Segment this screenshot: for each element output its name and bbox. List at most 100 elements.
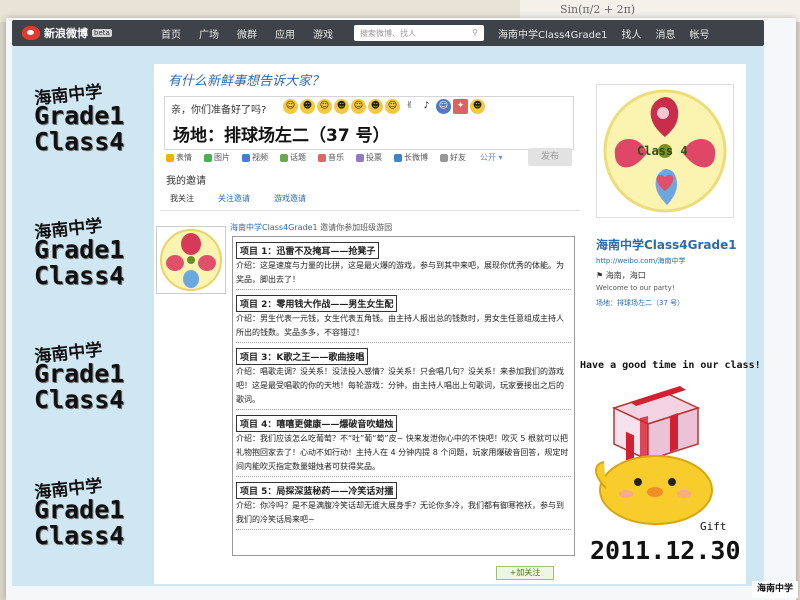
chick-with-gift-illustration bbox=[595, 386, 713, 525]
decoration-class: Class4 bbox=[34, 127, 125, 156]
event-date: 2011.12.30 bbox=[590, 536, 741, 565]
image-tool-icon bbox=[204, 153, 212, 162]
composer-toolbar: 表情 图片 视频 话题 音乐 投票 长微博 好友 bbox=[166, 152, 478, 163]
nav-account[interactable]: 帐号 bbox=[690, 26, 710, 41]
search-input[interactable]: 搜索微博、找人 ⚲ bbox=[354, 25, 484, 41]
follow-button[interactable]: +加关注 bbox=[496, 566, 554, 580]
music-emoji-icon: ♪ bbox=[423, 101, 430, 111]
list-item: 项目 2：零用钱大作战——男生女生配 介绍：男生代表一元钱，女生代表五角钱。由主… bbox=[236, 292, 571, 343]
game-title: 项目 2：零用钱大作战——男生女生配 bbox=[236, 295, 398, 312]
nav-apps[interactable]: 应用 bbox=[275, 26, 295, 41]
game-title: 项目 5：局探深蓝秘药——冷笑话对擂 bbox=[236, 482, 398, 499]
tool-label: 好友 bbox=[450, 153, 466, 162]
game-desc: 介绍：这是速度与力量的比拼，这是最火爆的游戏，参与到其中来吧，展现你优秀的体能。… bbox=[236, 259, 571, 290]
decoration-label: 海南中学 Grade1 Class4 bbox=[34, 212, 154, 289]
list-item: 项目 4：嘻嘻更健康——爆破音吹蜡烛 介绍：我们应该怎么吃葡萄？不“吐”葡“萄”… bbox=[236, 412, 571, 477]
topic-tool-icon bbox=[280, 153, 288, 162]
tool-emoji[interactable]: 表情 bbox=[166, 152, 192, 163]
tool-label: 投票 bbox=[366, 153, 382, 162]
happy-emoji-icon: ☺ bbox=[351, 99, 366, 114]
tool-topic[interactable]: 话题 bbox=[280, 152, 306, 163]
video-tool-icon bbox=[242, 153, 250, 162]
emoji-row: ☺ ☻ ☺ ☻ ☺ ☻ ☺ ✌ ♪ ☺ ✦ ☻ bbox=[283, 99, 487, 114]
tab-game-invite[interactable]: 游戏邀请 bbox=[274, 193, 306, 204]
profile-welcome: Welcome to our party! bbox=[596, 284, 675, 292]
top-nav-bar: 新浪微博 beta 首页 广场 微群 应用 游戏 搜索微博、找人 ⚲ 海南中学C… bbox=[12, 20, 764, 46]
tool-label: 长微博 bbox=[404, 153, 428, 162]
feed-user-link[interactable]: 海南中学Class4Grade1 bbox=[230, 223, 318, 232]
invite-section-title: 我的邀请 bbox=[166, 176, 206, 187]
composer-greeting: 亲，你们准备好了吗? bbox=[171, 105, 267, 116]
nav-find-people[interactable]: 找人 bbox=[622, 26, 642, 41]
decoration-label: 海南中学 Grade1 Class4 bbox=[34, 472, 154, 549]
cool-emoji-icon: ☺ bbox=[317, 99, 332, 114]
list-item: 项目 1：迅雷不及掩耳——抢凳子 介绍：这是速度与力量的比拼，这是最火爆的游戏，… bbox=[236, 239, 571, 290]
class-logo-small-icon bbox=[160, 229, 222, 291]
game-desc: 介绍：男生代表一元钱，女生代表五角钱。由主持人报出总的钱数时，男女生任意组成主持… bbox=[236, 312, 571, 343]
tool-image[interactable]: 图片 bbox=[204, 152, 230, 163]
post-button[interactable]: 发布 bbox=[528, 148, 572, 166]
visibility-label: 公开 bbox=[480, 153, 496, 162]
invite-tabs: 我关注 关注邀请 游戏邀请 bbox=[170, 193, 330, 204]
weibo-eye-icon bbox=[22, 26, 40, 40]
tool-label: 话题 bbox=[290, 153, 306, 162]
laugh-emoji-icon: ☻ bbox=[300, 99, 315, 114]
class-logo-icon: Class 4 bbox=[603, 89, 727, 213]
profile-url[interactable]: http://weibo.com/海南中学 bbox=[596, 256, 686, 266]
list-item: 项目 5：局探深蓝秘药——冷笑话对擂 介绍：你冷吗？是不是满腹冷笑话却无谁大展身… bbox=[236, 479, 571, 530]
tab-my-follow[interactable]: 我关注 bbox=[170, 193, 194, 204]
tool-video[interactable]: 视频 bbox=[242, 152, 268, 163]
tool-long-post[interactable]: 长微博 bbox=[394, 152, 428, 163]
game-desc: 介绍：唱歌走调？没关系！没法投入感情？没关系！只会唱几句？没关系！来参加我们的游… bbox=[236, 365, 571, 410]
slogan: Have a good time in our class! bbox=[580, 360, 761, 371]
beta-badge: beta bbox=[92, 29, 112, 37]
profile-location: ⚑ 海南，海口 bbox=[596, 270, 646, 281]
sticker-emoji-icon: ✦ bbox=[453, 99, 468, 114]
emoji-tool-icon bbox=[166, 153, 174, 162]
tool-music[interactable]: 音乐 bbox=[318, 152, 344, 163]
victory-emoji-icon: ✌ bbox=[405, 101, 414, 111]
gift-label: Gift bbox=[700, 520, 727, 533]
nav-home[interactable]: 首页 bbox=[161, 26, 181, 41]
corner-stamp: 海南中学 bbox=[752, 581, 798, 598]
weibo-logo[interactable]: 新浪微博 beta bbox=[22, 25, 152, 41]
friends-tool-icon bbox=[440, 153, 448, 162]
game-desc: 介绍：我们应该怎么吃葡萄？不“吐”葡“萄”皮~ 快来发泄你心中的不快吧！吹灭 5… bbox=[236, 432, 571, 477]
decoration-class: Class4 bbox=[34, 385, 125, 414]
nav-user-link[interactable]: 海南中学Class4Grade1 bbox=[498, 26, 608, 41]
decoration-label: 海南中学 Grade1 Class4 bbox=[34, 336, 154, 413]
game-list: 项目 1：迅雷不及掩耳——抢凳子 介绍：这是速度与力量的比拼，这是最火爆的游戏，… bbox=[232, 236, 575, 556]
tab-follow-invite[interactable]: 关注邀请 bbox=[218, 193, 250, 204]
tool-vote[interactable]: 投票 bbox=[356, 152, 382, 163]
feed-header: 海南中学Class4Grade1 邀请你参加班级游园 bbox=[230, 222, 392, 233]
tool-label: 音乐 bbox=[328, 153, 344, 162]
face-emoji-icon: ☺ bbox=[436, 99, 451, 114]
tool-label: 视频 bbox=[252, 153, 268, 162]
nav-square[interactable]: 广场 bbox=[199, 26, 219, 41]
wink-emoji-icon: ☻ bbox=[334, 99, 349, 114]
tool-friends[interactable]: 好友 bbox=[440, 152, 466, 163]
nav-messages[interactable]: 消息 bbox=[656, 26, 676, 41]
location-icon: ⚑ bbox=[596, 271, 604, 280]
nav-games[interactable]: 游戏 bbox=[313, 26, 333, 41]
divider bbox=[160, 210, 580, 211]
profile-name[interactable]: 海南中学Class4Grade1 bbox=[596, 236, 737, 253]
post-composer[interactable]: 亲，你们准备好了吗? ☺ ☻ ☺ ☻ ☺ ☻ ☺ ✌ ♪ ☺ ✦ ☻ 场地：排球… bbox=[164, 96, 574, 150]
list-item: 项目 3：K歌之王——歌曲接唱 介绍：唱歌走调？没关系！没法投入感情？没关系！只… bbox=[236, 345, 571, 410]
visibility-selector[interactable]: 公开 ▾ bbox=[480, 152, 503, 163]
bear-emoji-icon: ☺ bbox=[385, 99, 400, 114]
music-tool-icon bbox=[318, 153, 326, 162]
game-title: 项目 3：K歌之王——歌曲接唱 bbox=[236, 348, 369, 365]
profile-avatar[interactable]: Class 4 bbox=[596, 84, 734, 218]
composer-message: 场地：排球场左二（37 号） bbox=[173, 126, 390, 146]
composer-prompt: 有什么新鲜事想告诉大家？ bbox=[168, 74, 325, 89]
feed-avatar[interactable] bbox=[156, 226, 226, 294]
search-placeholder: 搜索微博、找人 bbox=[360, 29, 416, 38]
game-title: 项目 1：迅雷不及掩耳——抢凳子 bbox=[236, 242, 380, 259]
search-icon[interactable]: ⚲ bbox=[472, 28, 478, 38]
nav-groups[interactable]: 微群 bbox=[237, 26, 257, 41]
game-desc: 介绍：你冷吗？是不是满腹冷笑话却无谁大展身手？无论你多冷，我们都有御寒袍袄，参与… bbox=[236, 499, 571, 530]
game-title: 项目 4：嘻嘻更健康——爆破音吹蜡烛 bbox=[236, 415, 398, 432]
grin-emoji-icon: ☻ bbox=[368, 99, 383, 114]
tool-label: 表情 bbox=[176, 153, 192, 162]
